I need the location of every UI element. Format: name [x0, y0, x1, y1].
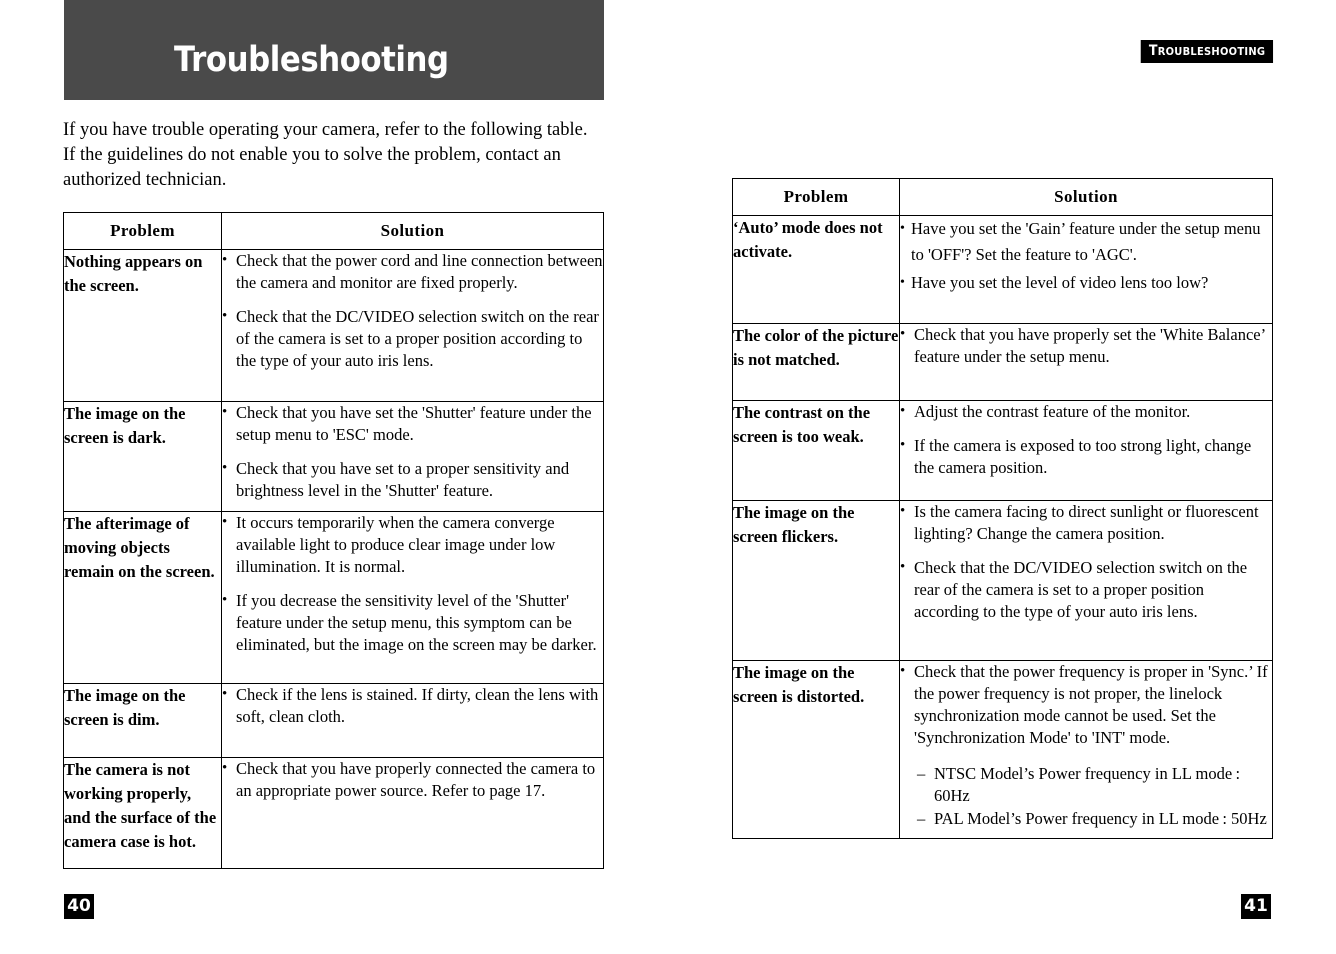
running-head: TROUBLESHOOTING — [1140, 40, 1273, 63]
solution-bullet: Have you set the level of video lens too… — [900, 270, 1272, 296]
problem-cell: The contrast on the screen is too weak. — [732, 400, 900, 501]
table-header-row: Problem Solution — [732, 178, 1273, 216]
table-row: ‘Auto’ mode does not activate. Have you … — [732, 215, 1273, 324]
solution-bullet: Check that the DC/VIDEO selection switch… — [222, 305, 603, 372]
table-header-row: Problem Solution — [63, 212, 604, 250]
problem-cell: The image on the screen is dim. — [63, 683, 222, 758]
table-row: The color of the picture is not matched.… — [732, 323, 1273, 401]
running-head-initial: T — [1148, 43, 1158, 59]
solution-cell: It occurs temporarily when the camera co… — [221, 511, 604, 684]
solution-bullet: If you decrease the sensitivity level of… — [222, 589, 603, 656]
table-row: The contrast on the screen is too weak. … — [732, 400, 1273, 501]
solution-note: PAL Model’s Power frequency in LL mode :… — [914, 808, 1272, 830]
table-row: The image on the screen is distorted. Ch… — [732, 660, 1273, 839]
table-row: Nothing appears on the screen. Check tha… — [63, 249, 604, 402]
troubleshooting-table-left: Problem Solution Nothing appears on the … — [63, 212, 604, 869]
table-row: The image on the screen flickers. Is the… — [732, 500, 1273, 661]
troubleshooting-table-right: Problem Solution ‘Auto’ mode does not ac… — [732, 178, 1273, 839]
page-title: Troubleshooting — [174, 40, 449, 80]
table-row: The camera is not working properly, and … — [63, 757, 604, 869]
solution-cell: Check that the power cord and line conne… — [221, 249, 604, 402]
problem-cell: The image on the screen is distorted. — [732, 660, 900, 839]
problem-cell: The image on the screen flickers. — [732, 500, 900, 661]
solution-bullet: Check that the power frequency is proper… — [900, 660, 1272, 749]
intro-paragraph: If you have trouble operating your camer… — [63, 120, 588, 190]
solution-cell: Adjust the contrast feature of the monit… — [899, 400, 1273, 501]
problem-cell: ‘Auto’ mode does not activate. — [732, 215, 900, 324]
table-row: The afterimage of moving objects remain … — [63, 511, 604, 684]
solution-bullet: Check that you have properly set the 'Wh… — [900, 323, 1272, 368]
solution-cell: Check that you have set the 'Shutter' fe… — [221, 401, 604, 512]
solution-bullet: It occurs temporarily when the camera co… — [222, 511, 603, 578]
solution-bullet: Is the camera facing to direct sunlight … — [900, 500, 1272, 545]
right-page: TROUBLESHOOTING Problem Solution ‘Auto’ … — [668, 0, 1336, 954]
problem-cell: The image on the screen is dark. — [63, 401, 222, 512]
solution-cell: Check that the power frequency is proper… — [899, 660, 1273, 839]
column-header-solution: Solution — [221, 212, 604, 250]
problem-cell: The afterimage of moving objects remain … — [63, 511, 222, 684]
running-head-text: ROUBLESHOOTING — [1157, 45, 1265, 58]
solution-cell: Is the camera facing to direct sunlight … — [899, 500, 1273, 661]
column-header-problem: Problem — [63, 212, 222, 250]
solution-bullet: Check that you have set to a proper sens… — [222, 457, 603, 502]
problem-cell: The color of the picture is not matched. — [732, 323, 900, 401]
page-number: 40 — [64, 894, 94, 919]
solution-bullet: Check if the lens is stained. If dirty, … — [222, 683, 603, 728]
solution-bullet: If the camera is exposed to too strong l… — [900, 434, 1272, 479]
solution-bullet: Check that the DC/VIDEO selection switch… — [900, 556, 1272, 623]
solution-cell: Check that you have properly connected t… — [221, 757, 604, 869]
column-header-problem: Problem — [732, 178, 900, 216]
solution-bullet: Have you set the 'Gain’ feature under th… — [900, 216, 1272, 268]
page-number: 41 — [1241, 894, 1271, 919]
solution-bullet: Adjust the contrast feature of the monit… — [900, 400, 1272, 423]
problem-cell: The camera is not working properly, and … — [63, 757, 222, 869]
solution-note: NTSC Model’s Power frequency in LL mode … — [914, 763, 1272, 807]
solution-cell: Check that you have properly set the 'Wh… — [899, 323, 1273, 401]
solution-cell: Check if the lens is stained. If dirty, … — [221, 683, 604, 758]
column-header-solution: Solution — [899, 178, 1273, 216]
solution-bullet: Check that you have set the 'Shutter' fe… — [222, 401, 603, 446]
table-row: The image on the screen is dim. Check if… — [63, 683, 604, 758]
solution-cell: Have you set the 'Gain’ feature under th… — [899, 215, 1273, 324]
solution-notes: NTSC Model’s Power frequency in LL mode … — [900, 763, 1272, 830]
chapter-banner: Troubleshooting — [64, 0, 604, 100]
solution-bullet: Check that you have properly connected t… — [222, 757, 603, 802]
table-row: The image on the screen is dark. Check t… — [63, 401, 604, 512]
problem-cell: Nothing appears on the screen. — [63, 249, 222, 402]
solution-bullet: Check that the power cord and line conne… — [222, 249, 603, 294]
left-page: Troubleshooting If you have trouble oper… — [0, 0, 668, 954]
